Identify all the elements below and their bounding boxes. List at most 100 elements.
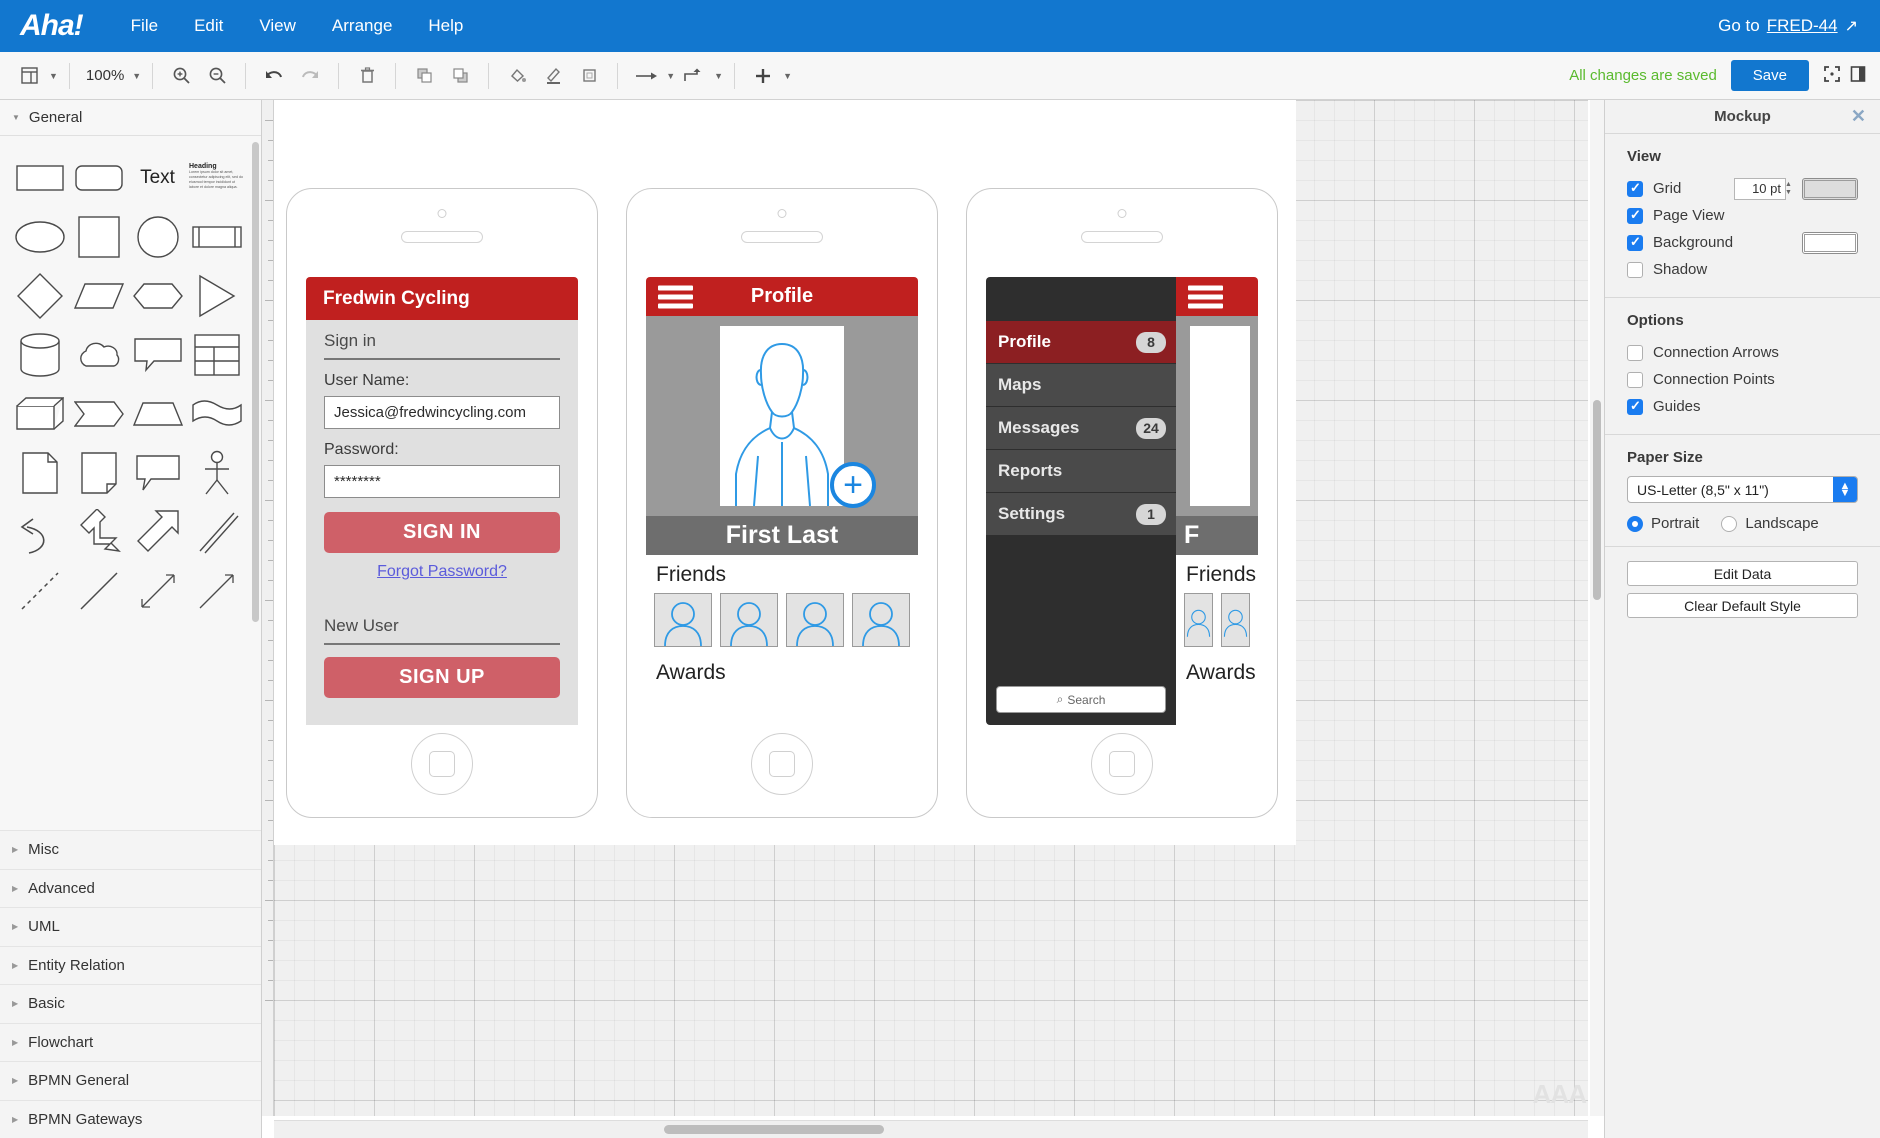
shape-parallelogram[interactable] <box>69 266 128 325</box>
phone-home-button[interactable] <box>751 733 813 795</box>
friend-avatar[interactable] <box>1184 593 1213 647</box>
menu-file[interactable]: File <box>113 16 176 36</box>
shape-category-misc[interactable]: ▶ Misc <box>0 830 261 869</box>
drawer-item-reports[interactable]: Reports <box>986 450 1176 493</box>
grid-checkbox[interactable] <box>1627 180 1643 197</box>
shape-ellipse[interactable] <box>10 207 69 266</box>
guides-checkbox[interactable] <box>1627 398 1643 415</box>
edit-data-button[interactable]: Edit Data <box>1627 561 1858 586</box>
shape-document[interactable] <box>10 443 69 502</box>
shape-dashed-line[interactable] <box>10 561 69 620</box>
drawer-item-maps[interactable]: Maps <box>986 364 1176 407</box>
paper-size-select[interactable]: US-Letter (8,5" x 11") <box>1627 476 1858 503</box>
landscape-radio[interactable] <box>1721 515 1738 532</box>
shadow-icon[interactable] <box>572 59 606 93</box>
zoom-chevron-down-icon[interactable]: ▼ <box>132 71 141 81</box>
shape-double-arrow[interactable] <box>128 561 187 620</box>
drawer-search-input[interactable]: ⌕ Search <box>996 686 1166 713</box>
redo-icon[interactable] <box>293 59 327 93</box>
shape-hexagon[interactable] <box>128 266 187 325</box>
shape-block-arrow-down-left[interactable] <box>69 502 128 561</box>
menu-view[interactable]: View <box>241 16 314 36</box>
clear-default-style-button[interactable]: Clear Default Style <box>1627 593 1858 618</box>
shape-single-arrow[interactable] <box>187 561 246 620</box>
hamburger-menu-icon[interactable] <box>1188 281 1223 312</box>
shape-line[interactable] <box>69 561 128 620</box>
phone1-password-input[interactable]: ******** <box>324 465 560 498</box>
shape-wave[interactable] <box>187 384 246 443</box>
shape-category-advanced[interactable]: ▶ Advanced <box>0 868 261 907</box>
shape-rounded-rectangle[interactable] <box>69 148 128 207</box>
shape-heading-block[interactable]: Heading Lorem ipsum dolor sit amet, cons… <box>187 148 246 207</box>
goto-link-text[interactable]: FRED-44 <box>1767 16 1838 36</box>
shape-category-bpmn-general[interactable]: ▶ BPMN General <box>0 1061 261 1100</box>
mockup-phone-profile[interactable]: Profile + First Last Friends Awards <box>626 188 938 818</box>
shape-category-flowchart[interactable]: ▶ Flowchart <box>0 1022 261 1061</box>
waypoint-icon[interactable] <box>677 59 711 93</box>
select-chevron-updown-icon[interactable]: ▲ ▼ <box>1833 477 1857 502</box>
diagram-canvas-area[interactable]: Fredwin Cycling Sign in User Name: Jessi… <box>262 100 1604 1138</box>
grid-size-input[interactable]: 10 pt <box>1734 177 1786 200</box>
menu-arrange[interactable]: Arrange <box>314 16 410 36</box>
send-to-back-icon[interactable] <box>443 59 477 93</box>
app-logo[interactable]: Aha! <box>20 9 84 43</box>
connector-arrow-icon[interactable] <box>629 59 663 93</box>
drawer-item-settings[interactable]: Settings 1 <box>986 493 1176 536</box>
mockup-phone-menu[interactable]: F Friends Awards Profile 8 Maps Messages… <box>966 188 1278 818</box>
phone-home-button[interactable] <box>411 733 473 795</box>
vertical-scroll-thumb[interactable] <box>1593 400 1601 600</box>
shape-rectangle[interactable] <box>10 148 69 207</box>
shapes-section-general[interactable]: ▼ General <box>0 100 261 136</box>
connector-chevron-down-icon[interactable]: ▼ <box>666 71 675 81</box>
line-color-icon[interactable] <box>536 59 570 93</box>
shape-step[interactable] <box>69 384 128 443</box>
shape-double-line[interactable] <box>187 502 246 561</box>
shape-cloud[interactable] <box>69 325 128 384</box>
phone-home-button[interactable] <box>1091 733 1153 795</box>
shapes-panel-scrollbar[interactable] <box>252 142 259 622</box>
delete-icon[interactable] <box>350 59 384 93</box>
zoom-out-icon[interactable] <box>200 59 234 93</box>
shape-callout[interactable] <box>128 325 187 384</box>
hamburger-menu-icon[interactable] <box>658 281 693 312</box>
menu-help[interactable]: Help <box>410 16 481 36</box>
page-view-checkbox[interactable] <box>1627 207 1643 224</box>
fill-color-icon[interactable] <box>500 59 534 93</box>
waypoint-chevron-down-icon[interactable]: ▼ <box>714 71 723 81</box>
save-button[interactable]: Save <box>1730 60 1809 91</box>
shape-square[interactable] <box>69 207 128 266</box>
shape-trapezoid[interactable] <box>128 384 187 443</box>
friend-avatar[interactable] <box>786 593 844 647</box>
shape-note[interactable] <box>69 443 128 502</box>
background-checkbox[interactable] <box>1627 234 1643 251</box>
shape-category-bpmn-gateways[interactable]: ▶ BPMN Gateways <box>0 1099 261 1138</box>
layout-icon[interactable] <box>12 59 46 93</box>
shape-circle[interactable] <box>128 207 187 266</box>
grid-color-swatch[interactable] <box>1802 177 1858 200</box>
zoom-level-label[interactable]: 100% <box>81 67 129 84</box>
phone1-signin-button[interactable]: SIGN IN <box>324 512 560 553</box>
shape-text[interactable]: Text <box>128 148 187 207</box>
shape-curved-arrow[interactable] <box>10 502 69 561</box>
zoom-in-icon[interactable] <box>164 59 198 93</box>
friend-avatar[interactable] <box>720 593 778 647</box>
friend-avatar[interactable] <box>654 593 712 647</box>
horizontal-scroll-thumb[interactable] <box>664 1125 884 1134</box>
shadow-checkbox[interactable] <box>1627 261 1643 278</box>
shape-cube[interactable] <box>10 384 69 443</box>
friend-avatar[interactable] <box>852 593 910 647</box>
shape-category-entity-relation[interactable]: ▶ Entity Relation <box>0 945 261 984</box>
shape-diamond[interactable] <box>10 266 69 325</box>
layout-chevron-down-icon[interactable]: ▼ <box>49 71 58 81</box>
shape-triangle[interactable] <box>187 266 246 325</box>
shape-speech-bubble[interactable] <box>128 443 187 502</box>
friend-avatar[interactable] <box>1221 593 1250 647</box>
goto-project-link[interactable]: Go to FRED-44 ↗ <box>1718 16 1858 36</box>
shape-actor[interactable] <box>187 443 246 502</box>
shape-process[interactable] <box>187 207 246 266</box>
shape-cylinder[interactable] <box>10 325 69 384</box>
fullscreen-icon[interactable] <box>1823 65 1841 87</box>
connection-arrows-checkbox[interactable] <box>1627 344 1643 361</box>
shape-category-uml[interactable]: ▶ UML <box>0 907 261 946</box>
background-color-swatch[interactable] <box>1802 231 1858 254</box>
